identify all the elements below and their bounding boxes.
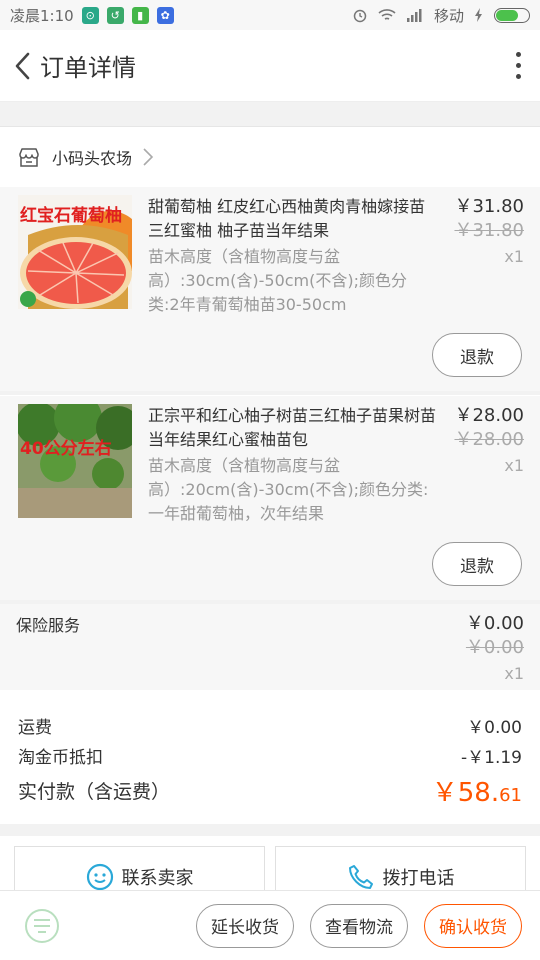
title-bar: 订单详情 (0, 30, 540, 102)
carrier-label: 移动 (433, 6, 464, 25)
product-quantity: x1 (504, 247, 524, 266)
extend-receipt-button[interactable]: 延长收货 (196, 903, 294, 948)
charging-icon (475, 8, 482, 22)
product-price: ￥28.00 (454, 405, 524, 426)
taobao-logo-icon (25, 908, 59, 943)
refund-button[interactable]: 退款 (432, 542, 522, 586)
battery-icon (494, 7, 530, 23)
insurance-quantity: x1 (504, 664, 524, 683)
coin-discount-value: -￥1.19 (461, 747, 522, 768)
product-image-caption: 40公分左右 (20, 439, 112, 459)
coin-discount-label: 淘金币抵扣 (18, 747, 103, 768)
back-button[interactable] (6, 46, 38, 86)
shipping-value: ￥0.00 (467, 717, 522, 738)
signal-icon (406, 9, 422, 22)
order-summary: 运费 ￥0.00 淘金币抵扣 -￥1.19 实付款（含运费） ￥58.61 (0, 690, 540, 824)
alarm-icon (353, 9, 367, 23)
more-dot-icon (515, 63, 521, 68)
lock-notification-icon: ▮ (131, 6, 149, 24)
seedling-image (18, 404, 132, 518)
status-time: 凌晨1:10 (10, 6, 74, 25)
total-amount-decimal: 61 (499, 784, 522, 806)
shipping-label: 运费 (18, 717, 52, 738)
more-dot-icon (515, 52, 521, 57)
page-title: 订单详情 (40, 54, 136, 82)
shop-name: 小码头农场 (52, 148, 133, 168)
chevron-right-icon (143, 147, 154, 166)
more-options-button[interactable] (512, 52, 524, 79)
product-spec: 苗木高度（含植物高度与盆高）:20cm(含)-30cm(不含);颜色分类:一年甜… (148, 456, 429, 523)
shop-row[interactable]: 小码头农场 (0, 126, 540, 186)
product-title: 甜葡萄柚 红皮红心西柚黄肉青柚嫁接苗 三红蜜柚 柚子苗当年结果 (148, 197, 426, 240)
app-notification-icon: ↺ (106, 6, 124, 24)
call-phone-label: 拨打电话 (382, 867, 455, 889)
refund-button[interactable]: 退款 (432, 333, 522, 377)
product-image-caption: 红宝石葡萄柚 (20, 206, 122, 226)
wifi-icon (378, 9, 396, 20)
insurance-price: ￥0.00 (465, 613, 524, 634)
order-item[interactable]: 40公分左右 正宗平和红心柚子树苗三红柚子苗果树苗当年结果红心蜜柚苗包 苗木高度… (0, 395, 540, 600)
insurance-original-price: ￥0.00 (465, 637, 524, 658)
status-bar: 凌晨1:10 ⊙ ↺ ▮ ✿ 移动 (0, 0, 540, 30)
chat-smile-icon (86, 863, 113, 890)
product-price: ￥31.80 (454, 196, 524, 217)
more-dot-icon (515, 74, 521, 79)
app-notification-icon: ⊙ (81, 6, 99, 24)
contact-seller-label: 联系卖家 (121, 867, 194, 889)
product-title: 正宗平和红心柚子树苗三红柚子苗果树苗当年结果红心蜜柚苗包 (148, 406, 437, 449)
total-label: 实付款（含运费） (18, 780, 171, 803)
bottom-action-bar: 延长收货 查看物流 确认收货 (0, 890, 540, 960)
product-original-price: ￥31.80 (454, 220, 524, 241)
total-amount: ￥58.61 (432, 772, 522, 809)
product-original-price: ￥28.00 (454, 429, 524, 450)
confirm-receipt-button[interactable]: 确认收货 (424, 903, 522, 948)
spacer (0, 102, 540, 126)
store-icon (19, 147, 39, 167)
order-item[interactable]: 红宝石葡萄柚 甜葡萄柚 红皮红心西柚黄肉青柚嫁接苗 三红蜜柚 柚子苗当年结果 苗… (0, 186, 540, 391)
insurance-label: 保险服务 (16, 616, 81, 635)
product-quantity: x1 (504, 456, 524, 475)
product-image: 40公分左右 (18, 404, 132, 518)
chevron-left-icon (15, 52, 30, 79)
paw-notification-icon: ✿ (156, 6, 174, 24)
phone-icon (348, 864, 373, 889)
total-amount-integer: ￥58. (431, 777, 500, 808)
view-logistics-button[interactable]: 查看物流 (310, 903, 408, 948)
product-image: 红宝石葡萄柚 (18, 195, 132, 309)
product-spec: 苗木高度（含植物高度与盆高）:30cm(含)-50cm(不含);颜色分类:2年青… (148, 247, 408, 314)
insurance-row: 保险服务 ￥0.00 ￥0.00 x1 (0, 604, 540, 690)
